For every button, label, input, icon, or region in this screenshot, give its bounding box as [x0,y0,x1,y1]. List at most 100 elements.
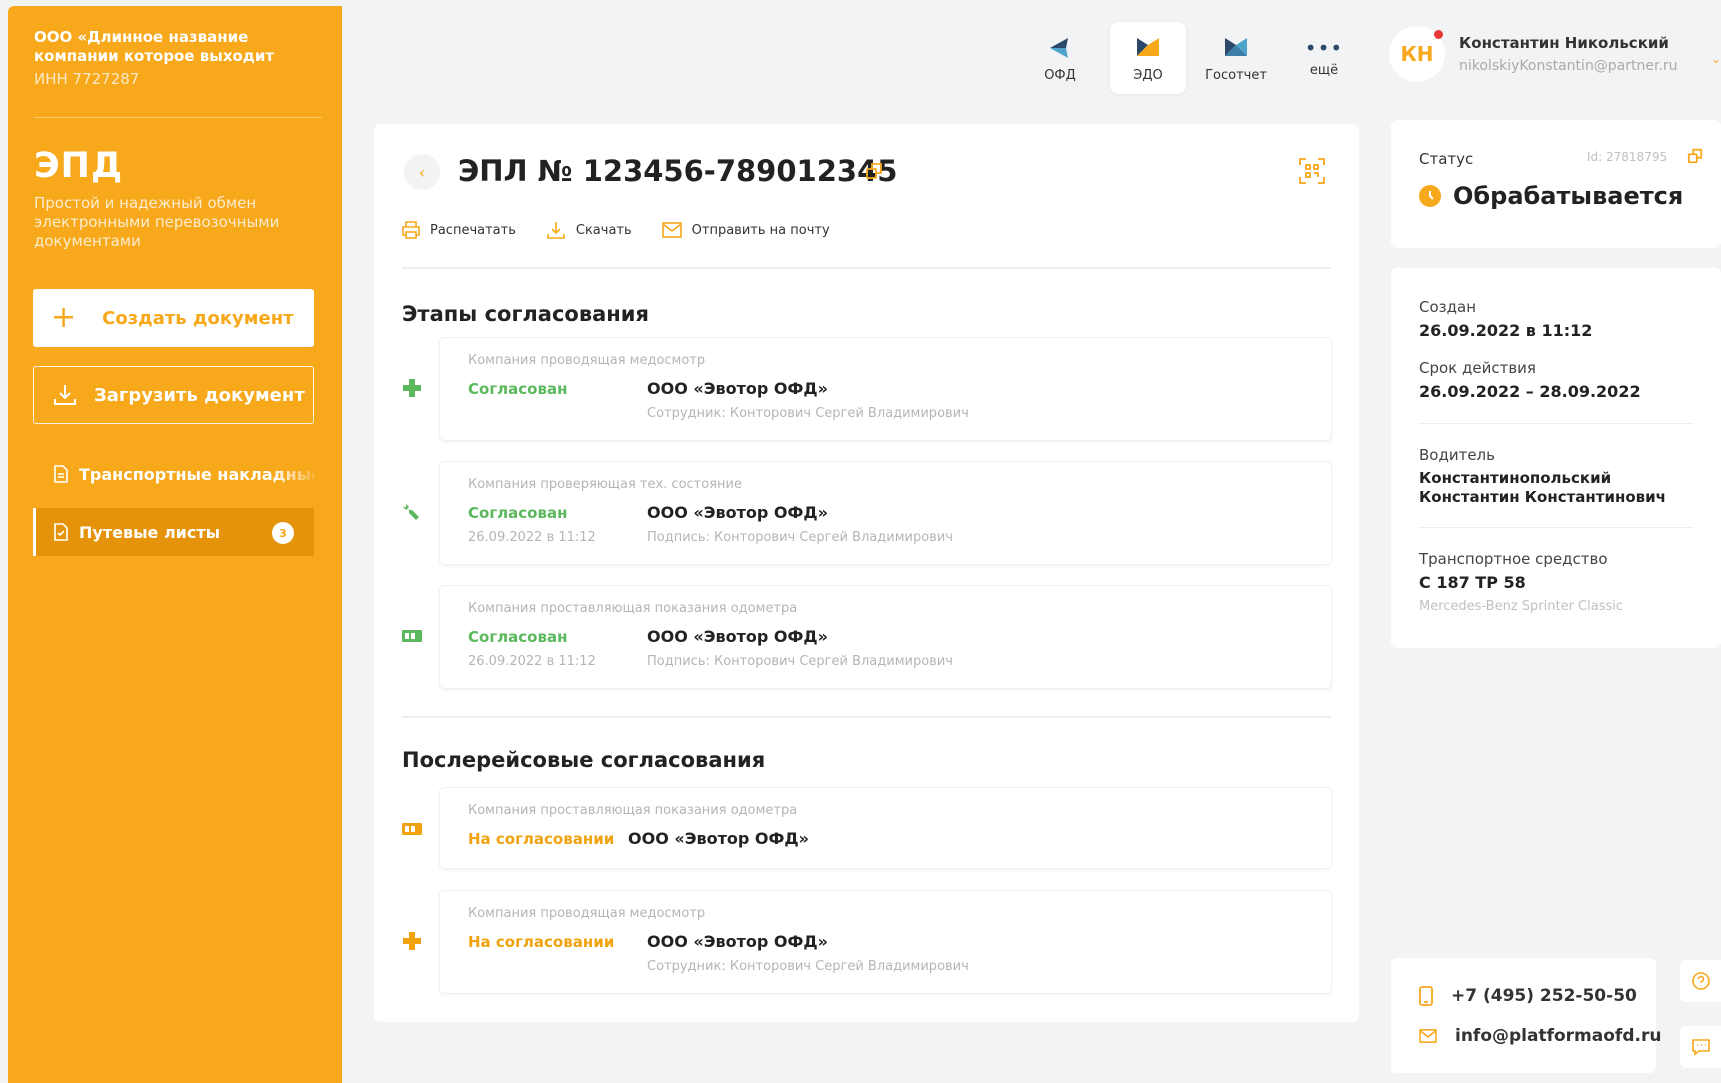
mail-icon [1419,1029,1437,1043]
help-button[interactable] [1680,960,1721,1002]
edo-logo-icon [1137,37,1159,56]
tab-ofd[interactable]: ОФД [1022,22,1098,94]
sidebar-item-label: Транспортные накладные [79,464,314,484]
tab-gosotchet[interactable]: Госотчет [1198,22,1274,94]
user-info: Константин Никольский nikolskiyKonstanti… [1459,34,1678,82]
print-button[interactable]: Распечатать [402,220,516,240]
driver-value: Константинопольский Константин Константи… [1419,469,1666,507]
qr-code-icon[interactable] [1299,158,1325,184]
driver-name: Константин Константинович [1419,488,1666,506]
sidebar-item-label: Путевые листы [79,522,221,542]
status-card: Статус Id: 27818795 Обрабатывается [1391,120,1721,248]
section-title-stages: Этапы согласования [402,302,650,326]
gosotchet-logo-icon [1225,37,1247,56]
divider [402,716,1331,718]
step-organization: ООО «Эвотор ОФД» [628,829,809,848]
download-icon [547,222,565,239]
sidebar-item-trip-sheets[interactable]: Путевые листы 3 [33,508,314,556]
status-label: Статус [1419,150,1474,168]
send-email-button[interactable]: Отправить на почту [661,220,830,240]
list-item: Компания проводящая медосмотр На согласо… [440,891,1331,993]
tab-edo[interactable]: ЭДО [1110,22,1186,94]
chat-icon [1692,1039,1710,1056]
step-date: 26.09.2022 в 11:12 [468,530,596,545]
step-company: Компания проводящая медосмотр [468,906,706,921]
copy-icon[interactable] [1687,148,1703,164]
odometer-icon [402,630,422,642]
action-label: Скачать [575,222,632,238]
ofd-logo-icon [1050,37,1068,58]
user-profile[interactable]: КН Константин Никольский nikolskiyKonsta… [1389,26,1678,82]
tab-label: ОФД [1044,67,1076,83]
created-label: Создан [1419,298,1476,316]
status-value: Обрабатывается [1453,182,1684,210]
vehicle-model: Mercedes-Benz Sprinter Classic [1419,599,1624,614]
vehicle-plate: С 187 ТР 58 [1419,573,1526,592]
sidebar-divider [34,117,322,118]
copy-icon[interactable] [865,162,883,180]
created-value: 26.09.2022 в 11:12 [1419,321,1593,340]
avatar: КН [1389,26,1445,82]
sidebar-item-waybills[interactable]: Транспортные накладные [33,450,314,498]
phone-link[interactable]: +7 (495) 252-50-50 [1419,986,1637,1006]
validity-label: Срок действия [1419,359,1536,377]
document-card: ‹ ЭПЛ № 123456-789012345 Распечатать Ска… [374,124,1359,1022]
vehicle-label: Транспортное средство [1419,550,1608,568]
count-badge: 3 [272,522,294,544]
printer-icon [402,221,420,239]
step-status: Согласован [468,628,568,646]
step-date: 26.09.2022 в 11:12 [468,654,596,669]
app-subtitle: Простой и надежный обмен электронными пе… [34,194,280,250]
action-label: Отправить на почту [691,222,830,238]
step-organization: ООО «Эвотор ОФД» [647,932,828,951]
create-document-button[interactable]: + Создать документ [33,289,314,347]
list-item: Компания проверяющая тех. состояние Согл… [440,462,1331,564]
plus-icon: + [51,300,77,335]
document-check-icon [54,523,68,541]
action-label: Распечатать [430,222,516,238]
chevron-down-icon[interactable]: ⌄ [1711,52,1721,66]
clock-icon [1419,185,1441,207]
contact-email: info@platformaofd.ru [1455,1026,1662,1046]
tab-more[interactable]: ••• ещё [1286,22,1362,94]
back-button[interactable]: ‹ [404,154,440,190]
step-organization: ООО «Эвотор ОФД» [647,379,828,398]
tab-label: ЭДО [1133,67,1163,83]
top-nav: ОФД ЭДО Госотчет ••• ещё [1022,22,1374,94]
mail-icon [661,222,682,238]
driver-label: Водитель [1419,446,1495,464]
step-signer: Подпись: Конторович Сергей Владимирович [647,654,953,669]
document-icon [54,465,68,483]
company-inn: ИНН 7727287 [34,70,140,88]
medical-cross-icon [403,932,421,950]
status-badge: Обрабатывается [1419,182,1683,210]
upload-document-button[interactable]: Загрузить документ [33,366,314,424]
email-link[interactable]: info@platformaofd.ru [1419,1026,1661,1046]
upload-icon [54,385,76,405]
step-company: Компания проводящая медосмотр [468,353,706,368]
list-item: Компания проставляющая показания одометр… [440,788,1331,868]
company-name: ООО «Длинное название компании которое в… [34,28,275,65]
phone-number: +7 (495) 252-50-50 [1451,986,1637,1006]
tab-label: Госотчет [1205,67,1267,83]
step-status: На согласовании [468,933,615,951]
user-email: nikolskiyKonstantin@partner.ru [1459,58,1678,74]
chat-button[interactable] [1680,1026,1721,1068]
step-signer: Сотрудник: Конторович Сергей Владимирови… [647,959,969,974]
step-company: Компания проставляющая показания одометр… [468,803,798,818]
wrench-icon [403,504,419,520]
more-dots-icon: ••• [1304,35,1344,60]
step-company: Компания проверяющая тех. состояние [468,477,742,492]
step-signer: Подпись: Конторович Сергей Владимирович [647,530,953,545]
step-status: На согласовании [468,830,615,848]
divider [1419,423,1693,424]
document-details-card: Создан 26.09.2022 в 11:12 Срок действия … [1391,268,1721,648]
question-icon [1692,972,1710,990]
download-button[interactable]: Скачать [546,220,632,240]
avatar-initials: КН [1400,42,1434,66]
divider [1419,527,1693,528]
page-title: ЭПЛ № 123456-789012345 [458,154,898,188]
list-item: Компания проводящая медосмотр Согласован… [440,338,1331,440]
company-info[interactable]: ООО «Длинное название компании которое в… [34,28,304,90]
step-organization: ООО «Эвотор ОФД» [647,627,828,646]
